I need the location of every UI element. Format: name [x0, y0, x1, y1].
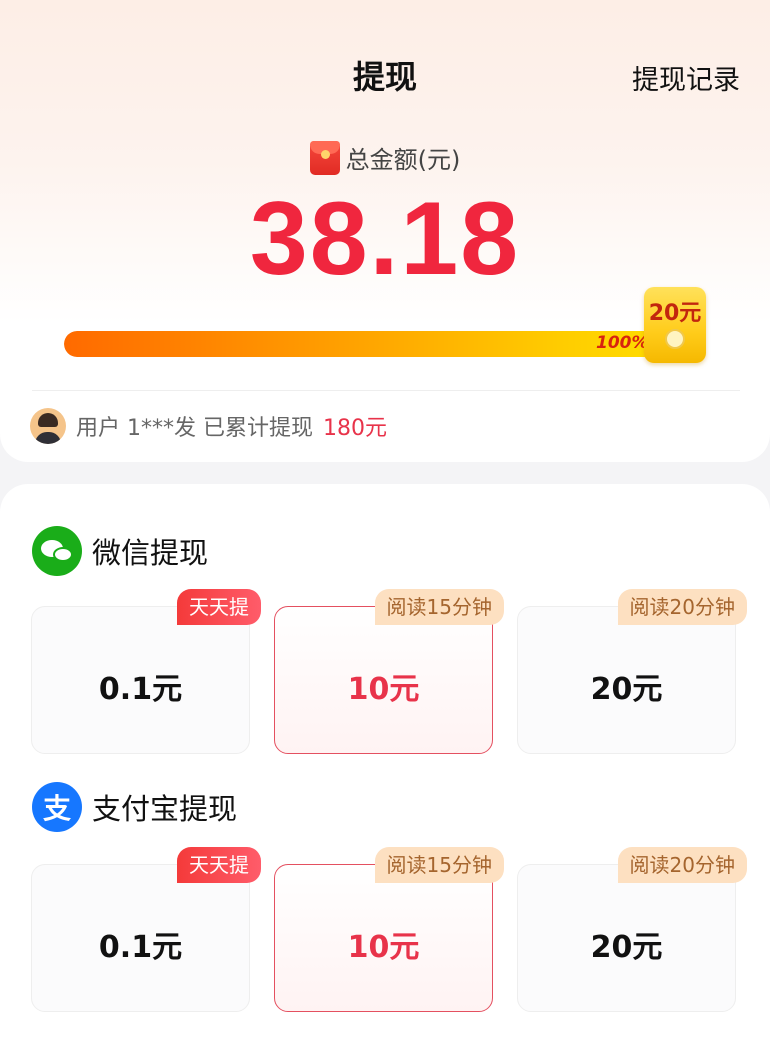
total-amount: 38.18	[249, 181, 521, 297]
option-amount: 10元	[347, 930, 420, 965]
alipay-section-header: 支 支付宝提现	[32, 782, 237, 832]
total-label-row: 总金额(元)	[0, 140, 770, 175]
wechat-option-0[interactable]: 天天提 0.1元	[31, 589, 261, 754]
wechat-section-title: 微信提现	[92, 536, 209, 570]
option-tag: 天天提	[177, 589, 261, 625]
wechat-icon	[32, 526, 82, 576]
goal-badge[interactable]: 20元	[644, 287, 706, 363]
wechat-option-2[interactable]: 阅读20分钟 20元	[517, 589, 747, 754]
alipay-option-2[interactable]: 阅读20分钟 20元	[517, 847, 747, 1012]
balance-card: 提现 提现记录 总金额(元) 38.18 100% 20元 用户 1***发 已…	[0, 0, 770, 462]
withdraw-page: 提现 提现记录 总金额(元) 38.18 100% 20元 用户 1***发 已…	[0, 0, 770, 1059]
option-amount: 0.1元	[98, 930, 183, 965]
progress-fill	[64, 331, 684, 357]
withdraw-options-card: 微信提现 天天提 0.1元 阅读15分钟 10元 阅读20分钟 20元 支 支付…	[0, 484, 770, 1059]
alipay-option-1[interactable]: 阅读15分钟 10元	[274, 847, 504, 1012]
progress-bar	[64, 331, 684, 357]
alipay-option-0[interactable]: 天天提 0.1元	[31, 847, 261, 1012]
option-tag: 阅读20分钟	[617, 847, 747, 883]
option-amount: 20元	[590, 930, 663, 965]
option-amount: 0.1元	[98, 672, 183, 707]
option-amount: 10元	[347, 672, 420, 707]
red-packet-icon	[309, 140, 340, 175]
alipay-icon: 支	[32, 782, 82, 832]
alipay-section-title: 支付宝提现	[92, 792, 238, 826]
user-stat-amount: 180元	[322, 416, 387, 441]
goal-amount: 20元	[648, 301, 702, 326]
user-stat-text: 用户 1***发 已累计提现	[76, 416, 313, 441]
option-tag: 天天提	[177, 847, 261, 883]
option-tag: 阅读15分钟	[374, 847, 504, 883]
progress-percent: 100%	[596, 333, 649, 353]
user-avatar	[30, 408, 66, 444]
divider	[32, 390, 740, 391]
total-amount-label: 总金额(元)	[345, 146, 461, 174]
user-withdraw-stat: 用户 1***发 已累计提现 180元	[30, 408, 387, 444]
wechat-section-header: 微信提现	[32, 526, 208, 576]
withdraw-records-link[interactable]: 提现记录	[632, 58, 740, 97]
wechat-option-1[interactable]: 阅读15分钟 10元	[274, 589, 504, 754]
option-tag: 阅读15分钟	[374, 589, 504, 625]
option-tag: 阅读20分钟	[617, 589, 747, 625]
option-amount: 20元	[590, 672, 663, 707]
coin-icon	[665, 329, 685, 349]
